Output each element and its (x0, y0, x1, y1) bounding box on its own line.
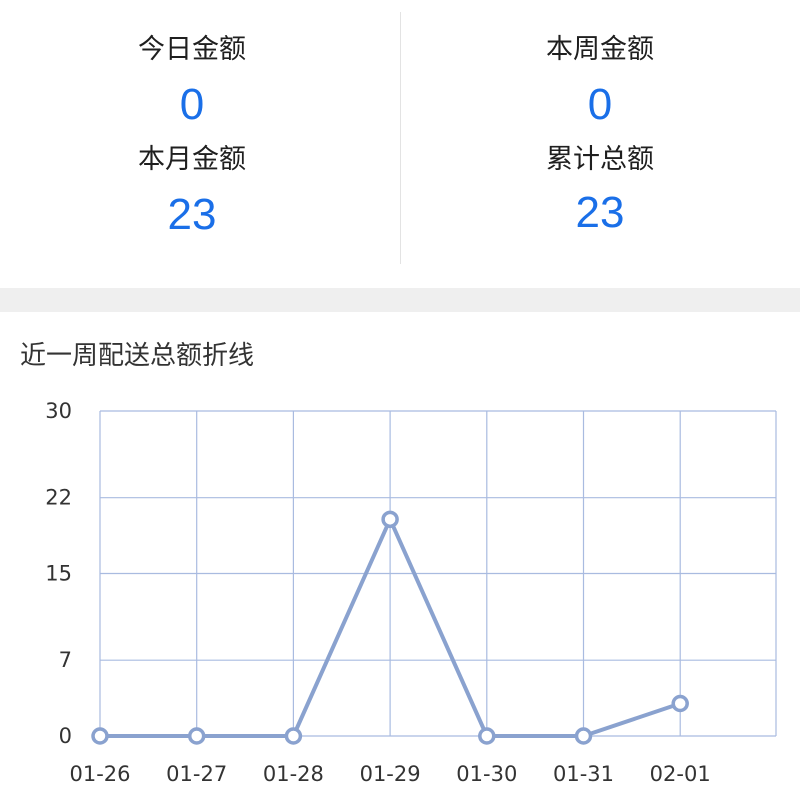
today-amount-label: 今日金额 (138, 34, 246, 65)
x-tick-label: 02-01 (650, 762, 711, 786)
month-amount-label: 本月金额 (138, 144, 246, 175)
data-point (671, 694, 689, 713)
month-amount-value: 23 (167, 190, 217, 239)
x-tick-label: 01-29 (360, 762, 421, 786)
data-point (574, 727, 593, 745)
line-chart: 0 7 15 22 30 01-26 01-27 01-28 01-29 01-30 01-31 02… (45, 399, 777, 786)
x-tick-label: 01-27 (166, 762, 227, 786)
chart-title: 近一周配送总额折线 (20, 341, 255, 371)
data-point (284, 727, 303, 745)
column-divider (400, 12, 401, 264)
week-amount-label: 本周金额 (546, 34, 654, 65)
x-tick-label: 01-26 (69, 762, 130, 786)
y-tick-label: 15 (45, 562, 72, 586)
data-point (478, 727, 496, 745)
x-tick-label: 01-31 (553, 762, 614, 786)
summary-panel: 今日金额 0 本月金额 23 本周金额 0 累计总额 23 (0, 0, 800, 288)
data-point (381, 510, 399, 529)
today-amount-value: 0 (179, 80, 205, 129)
x-tick-label: 01-30 (456, 762, 517, 786)
week-amount-value: 0 (587, 80, 613, 129)
x-tick-label: 01-28 (263, 762, 324, 786)
y-tick-label: 7 (59, 648, 72, 672)
y-tick-label: 30 (45, 399, 72, 423)
data-point (187, 727, 206, 745)
y-tick-label: 22 (45, 486, 72, 510)
total-amount-label: 累计总额 (546, 144, 654, 175)
section-separator (0, 288, 800, 312)
y-tick-label: 0 (59, 724, 72, 748)
data-point (91, 727, 109, 745)
total-amount-value: 23 (575, 188, 625, 237)
